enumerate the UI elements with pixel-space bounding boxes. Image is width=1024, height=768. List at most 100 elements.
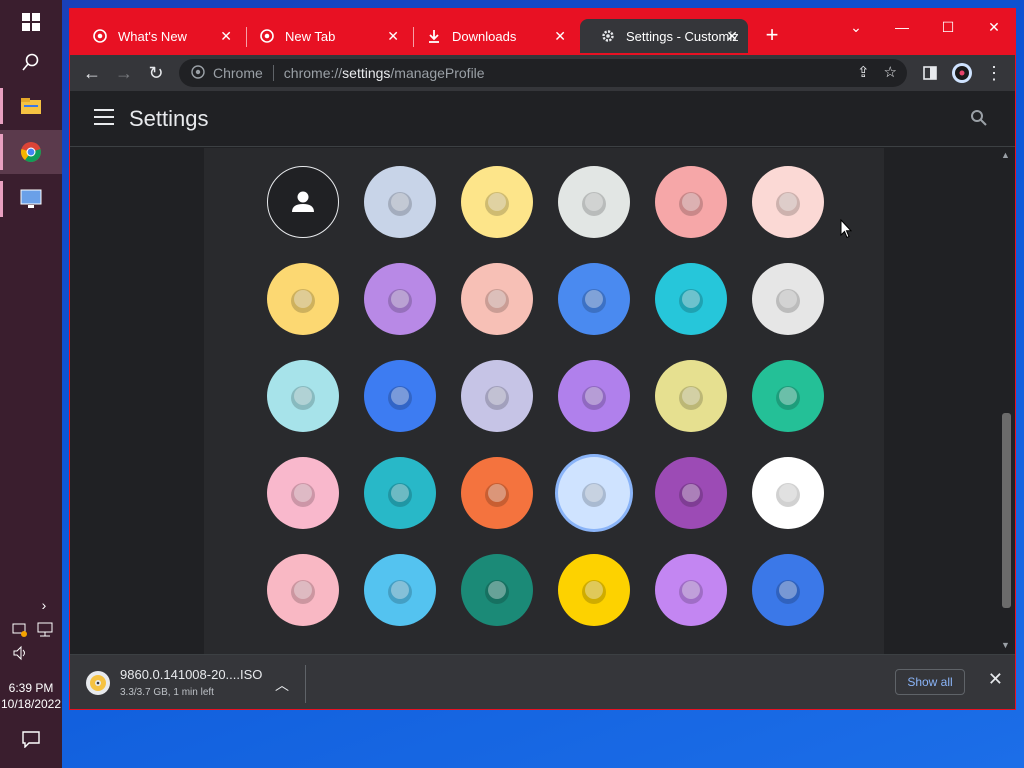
new-tab-button[interactable]: + — [762, 24, 782, 46]
star-icon[interactable]: ☆ — [884, 63, 897, 81]
avatar-corgi[interactable] — [461, 166, 533, 238]
tab-whats-new[interactable]: What's New ✕ — [72, 19, 242, 53]
avatar-rabbit[interactable] — [655, 263, 727, 335]
avatar-watermelon[interactable] — [461, 554, 533, 626]
download-icon — [426, 28, 442, 44]
close-icon[interactable]: ✕ — [554, 28, 566, 45]
close-icon[interactable]: ✕ — [726, 28, 738, 45]
download-status: 3.3/3.7 GB, 1 min left — [120, 687, 214, 698]
clock-date[interactable]: 10/18/2022 — [0, 696, 62, 712]
avatar-glasses[interactable] — [364, 554, 436, 626]
avatar-illustration-icon — [776, 483, 800, 507]
close-window-button[interactable]: ✕ — [971, 15, 1015, 39]
avatar-illustration-icon — [291, 483, 315, 507]
volume-icon[interactable] — [12, 645, 30, 661]
show-all-button[interactable]: Show all — [895, 669, 965, 695]
minimize-button[interactable]: — — [879, 15, 925, 39]
disc-icon — [86, 671, 110, 695]
avatar-illustration-icon — [485, 483, 509, 507]
remote-desktop-icon[interactable] — [0, 177, 62, 221]
avatar-football[interactable] — [655, 360, 727, 432]
avatar-default[interactable] — [267, 166, 339, 238]
close-icon[interactable]: ✕ — [387, 28, 399, 45]
avatar-dragon[interactable] — [558, 166, 630, 238]
clock-time[interactable]: 6:39 PM — [0, 680, 62, 696]
address-bar[interactable]: Chrome chrome://settings/manageProfile ⇪… — [179, 59, 907, 87]
avatar-vinyl[interactable] — [558, 457, 630, 529]
avatar-pizza[interactable] — [655, 554, 727, 626]
taskbar-indicator — [0, 181, 3, 217]
chrome-icon[interactable] — [0, 130, 62, 174]
avatar-illustration-icon — [582, 289, 606, 313]
avatar-sushi[interactable] — [364, 457, 436, 529]
avatar-avocado[interactable] — [655, 457, 727, 529]
avatar-illustration-icon — [388, 483, 412, 507]
scroll-down-icon[interactable]: ▼ — [1001, 640, 1010, 650]
scrollbar[interactable]: ▲ ▼ — [998, 148, 1015, 654]
url-host: settings — [342, 65, 391, 81]
back-icon[interactable]: ← — [80, 61, 104, 85]
scroll-up-icon[interactable]: ▲ — [1001, 150, 1010, 160]
avatar-cheese[interactable] — [558, 360, 630, 432]
file-explorer-icon[interactable] — [0, 84, 62, 128]
avatar-ice-cream[interactable] — [267, 554, 339, 626]
avatar-cat[interactable] — [364, 166, 436, 238]
avatar-monkey[interactable] — [267, 263, 339, 335]
windows-start-icon[interactable] — [0, 0, 62, 44]
reload-icon[interactable]: ↻ — [144, 61, 168, 85]
hamburger-icon[interactable] — [94, 109, 114, 127]
avatar-illustration-icon — [582, 192, 606, 216]
scroll-thumb[interactable] — [1002, 413, 1011, 608]
avatar-sandwich[interactable] — [752, 554, 824, 626]
avatar-sunglasses[interactable] — [267, 457, 339, 529]
close-icon[interactable]: ✕ — [988, 669, 1003, 690]
forward-icon[interactable]: → — [112, 61, 136, 85]
share-icon[interactable]: ⇪ — [857, 63, 870, 81]
avatar-illustration-icon — [388, 386, 412, 410]
chevron-up-icon[interactable]: ︿ — [275, 675, 289, 695]
menu-icon[interactable]: ⋮ — [982, 61, 1006, 85]
search-icon[interactable] — [0, 40, 62, 84]
avatar-bird[interactable] — [461, 360, 533, 432]
omnibox-chip: Chrome — [213, 65, 263, 81]
avatar-illustration-icon — [485, 289, 509, 313]
settings-header: Settings — [70, 91, 1015, 147]
chevron-down-icon[interactable]: ⌄ — [833, 15, 879, 39]
close-icon[interactable]: ✕ — [220, 28, 232, 45]
profile-avatar[interactable] — [950, 61, 974, 85]
gear-icon — [600, 28, 616, 44]
tab-new-tab[interactable]: New Tab ✕ — [239, 19, 409, 53]
search-icon[interactable] — [970, 109, 990, 129]
avatar-tamagotchi[interactable] — [461, 457, 533, 529]
url-path: /manageProfile — [390, 65, 485, 81]
avatar-panda[interactable] — [364, 263, 436, 335]
tab-settings[interactable]: Settings - Customiz ✕ — [580, 19, 748, 53]
avatar-basketball[interactable] — [267, 360, 339, 432]
chrome-icon — [92, 28, 108, 44]
taskbar-indicator — [0, 134, 3, 170]
side-panel-icon[interactable] — [918, 61, 942, 85]
avatar-illustration-icon — [679, 483, 703, 507]
avatar-butterfly[interactable] — [558, 263, 630, 335]
chevron-up-icon[interactable]: › — [36, 597, 52, 613]
update-icon[interactable] — [12, 622, 28, 638]
avatar-unicorn[interactable] — [752, 263, 824, 335]
avatar-fox[interactable] — [752, 166, 824, 238]
omnibox-separator — [272, 65, 274, 81]
tab-downloads[interactable]: Downloads ✕ — [406, 19, 576, 53]
maximize-button[interactable]: ☐ — [925, 15, 971, 39]
person-icon — [292, 191, 314, 212]
url-text: chrome://settings/manageProfile — [284, 65, 485, 81]
avatar-illustration-icon — [679, 580, 703, 604]
avatar-elephant[interactable] — [655, 166, 727, 238]
network-icon[interactable] — [36, 622, 54, 638]
avatar-camera[interactable] — [752, 457, 824, 529]
avatar-illustration-icon — [485, 386, 509, 410]
avatar-bike[interactable] — [364, 360, 436, 432]
avatar-penguin[interactable] — [461, 263, 533, 335]
download-item[interactable]: 9860.0.141008-20....ISO 3.3/3.7 GB, 1 mi… — [84, 665, 306, 703]
avatar-onigiri[interactable] — [558, 554, 630, 626]
taskbar-indicator — [0, 88, 3, 124]
avatar-ramen[interactable] — [752, 360, 824, 432]
notification-icon[interactable] — [20, 729, 42, 749]
